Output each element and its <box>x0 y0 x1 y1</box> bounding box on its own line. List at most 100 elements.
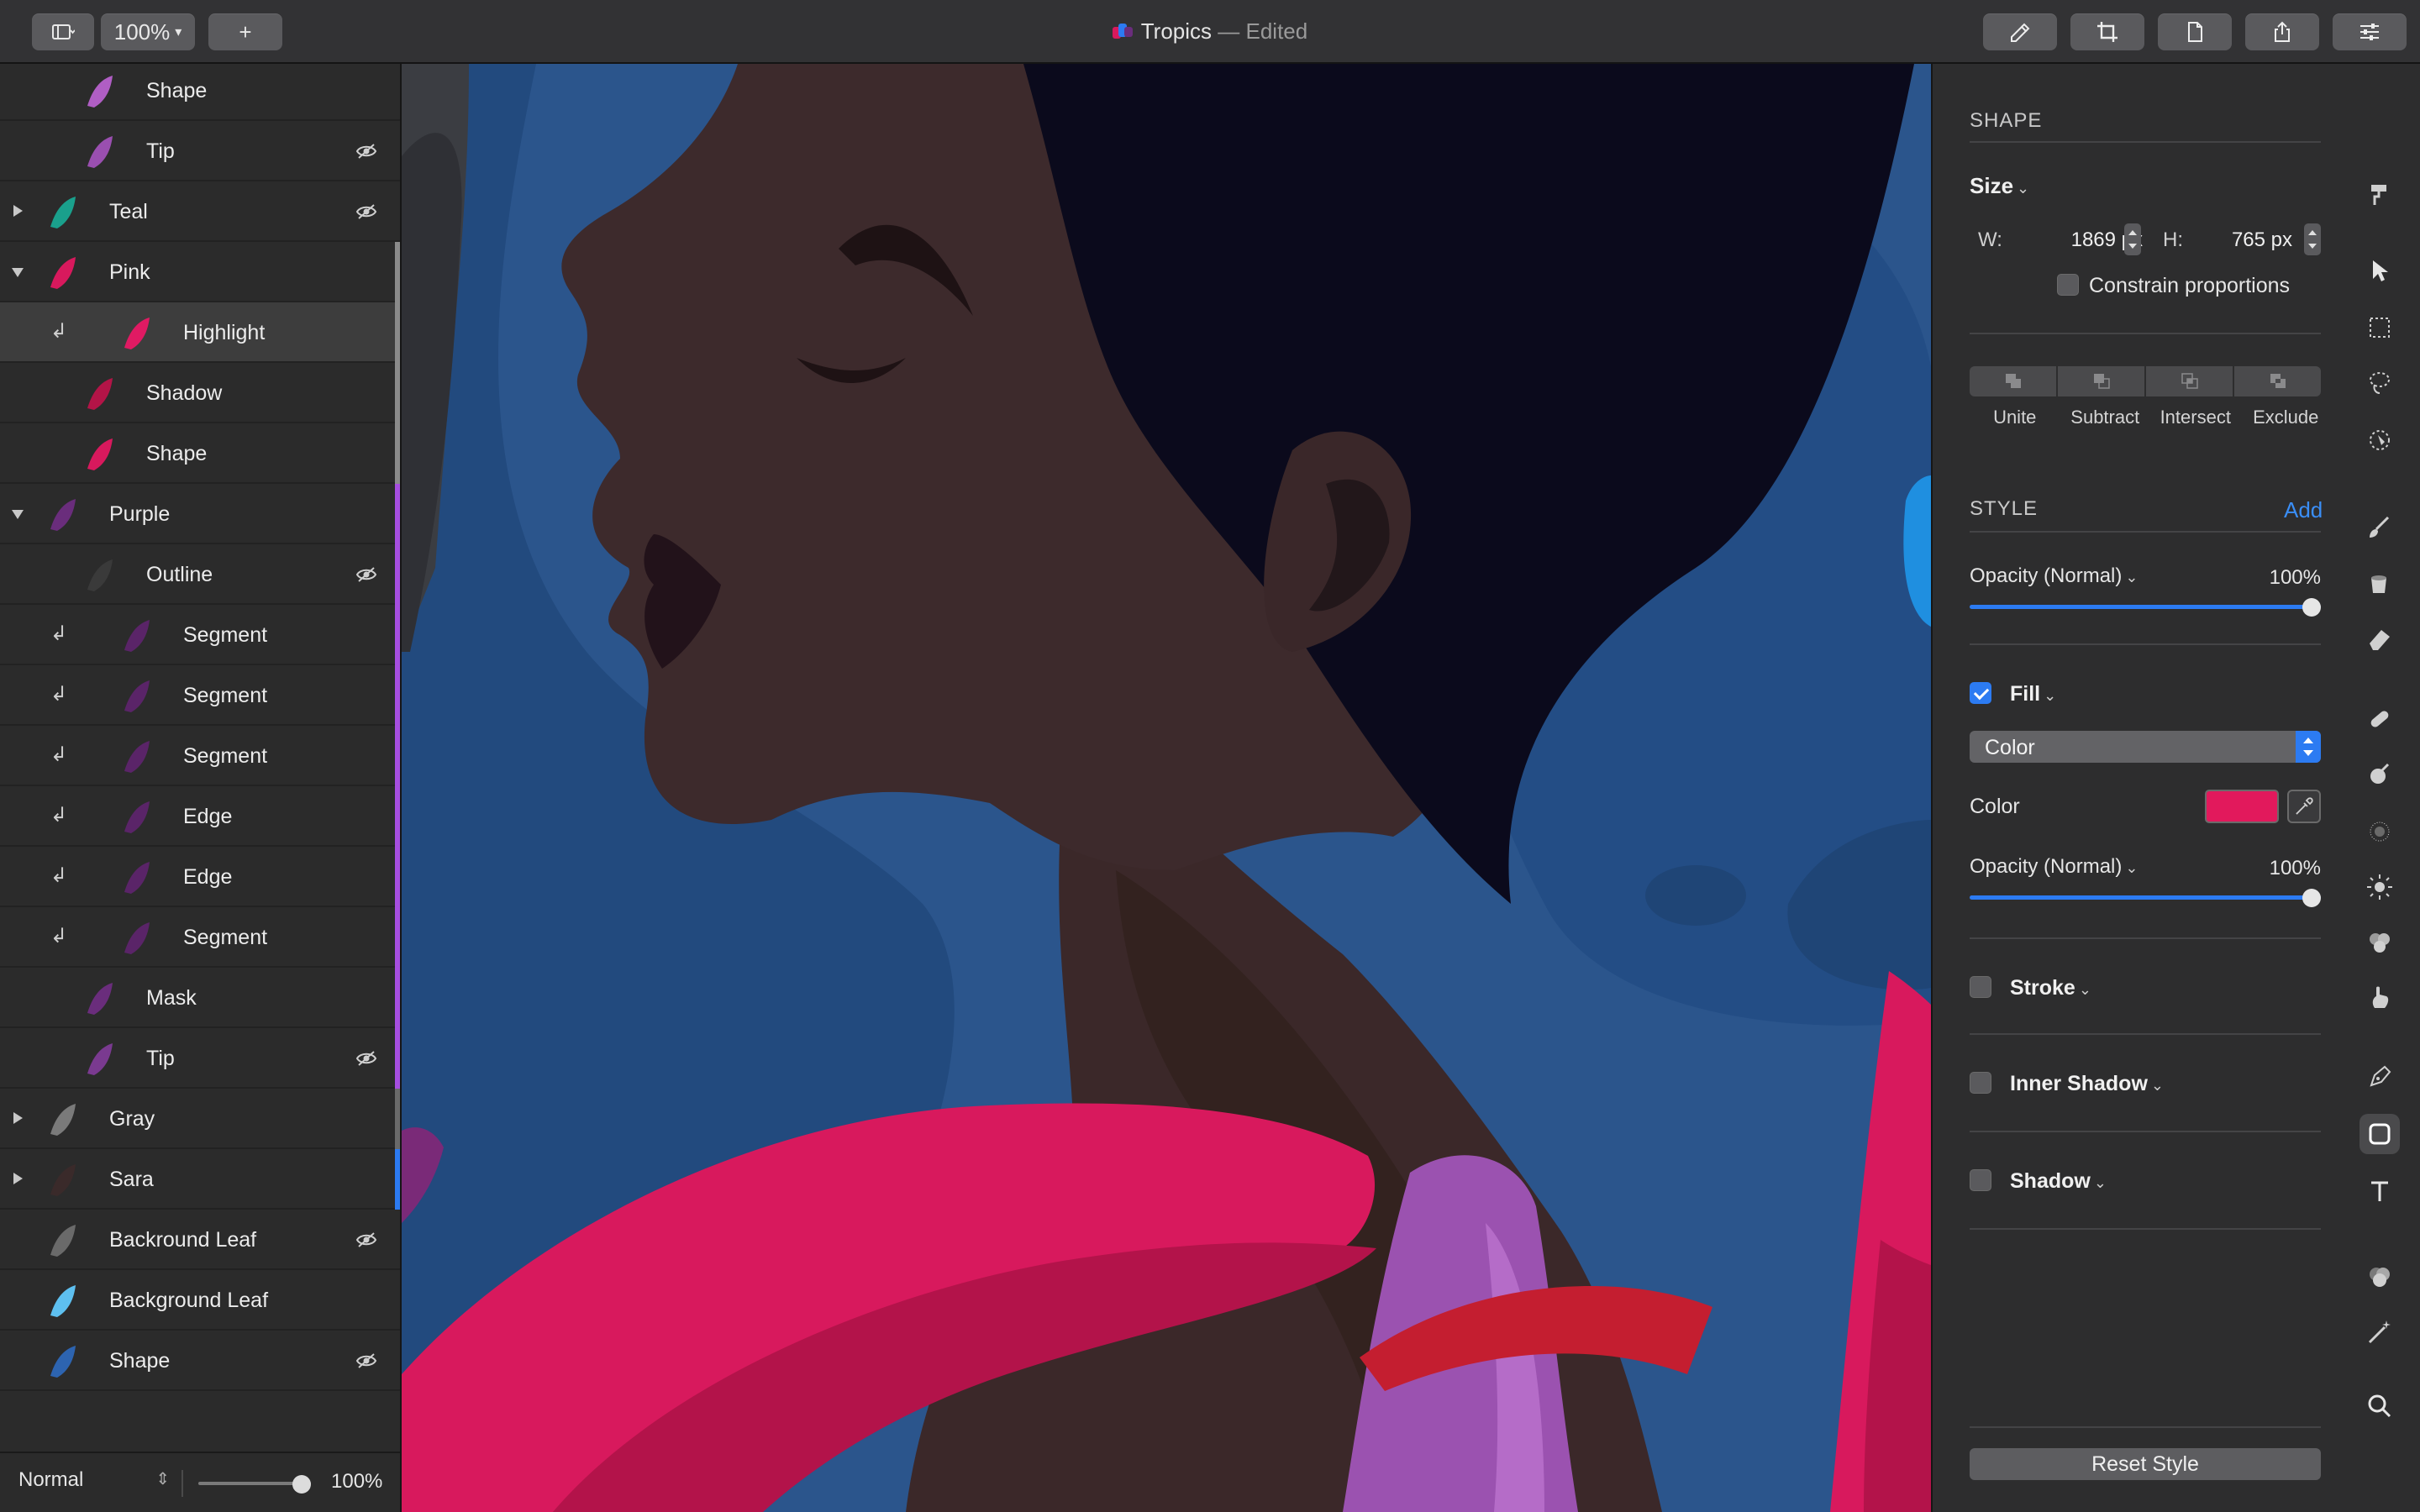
reset-style-button[interactable]: Reset Style <box>1970 1448 2321 1480</box>
blur-tool-button[interactable] <box>2360 811 2400 852</box>
stroke-checkbox[interactable] <box>1970 976 1991 998</box>
inner-shadow-checkbox[interactable] <box>1970 1072 1991 1094</box>
document-button[interactable] <box>2158 13 2232 50</box>
hidden-eye-icon[interactable] <box>355 1351 378 1371</box>
smudge-tool-button[interactable] <box>2360 754 2400 795</box>
constrain-proportions-checkbox[interactable] <box>2057 274 2079 296</box>
sidebar-toggle-button[interactable] <box>32 13 94 50</box>
fill-checkbox[interactable] <box>1970 682 1991 704</box>
layer-row[interactable]: Mask <box>0 968 400 1028</box>
fill-color-well[interactable] <box>2205 790 2279 823</box>
lasso-tool-button[interactable] <box>2360 363 2400 403</box>
fill-type-select[interactable]: Color <box>1970 731 2321 763</box>
layer-opacity-knob[interactable] <box>292 1475 311 1494</box>
marquee-select-tool-button[interactable] <box>2360 307 2400 348</box>
fill-opacity-slider-knob[interactable] <box>2302 889 2321 907</box>
hidden-eye-icon[interactable] <box>355 202 378 222</box>
adjustments-button[interactable] <box>2333 13 2407 50</box>
layer-row[interactable]: Outline <box>0 544 400 605</box>
width-stepper[interactable] <box>2124 223 2141 255</box>
layer-row[interactable]: ↲ Edge <box>0 786 400 847</box>
disclosure-collapsed-icon[interactable] <box>13 205 23 217</box>
layer-row[interactable]: ↲ Segment <box>0 726 400 786</box>
disclosure-collapsed-icon[interactable] <box>13 1112 23 1124</box>
disclosure-expanded-icon[interactable] <box>12 268 24 277</box>
layer-row[interactable]: Tip <box>0 121 400 181</box>
exclude-button[interactable] <box>2234 366 2321 396</box>
color-adjust-tool-button[interactable] <box>2360 1257 2400 1297</box>
layer-thumbnail <box>39 1161 87 1198</box>
height-stepper[interactable] <box>2304 223 2321 255</box>
pen-eraser-button[interactable] <box>1983 13 2057 50</box>
layer-row[interactable]: Sara <box>0 1149 400 1210</box>
layer-row[interactable]: Teal <box>0 181 400 242</box>
canvas[interactable] <box>402 64 1931 1512</box>
layer-row[interactable]: Background Leaf <box>0 1270 400 1331</box>
shape-tool-button[interactable] <box>2360 1114 2400 1154</box>
layer-row[interactable]: Gray <box>0 1089 400 1149</box>
layer-name: Segment <box>183 623 268 647</box>
blend-mode-select[interactable]: Normal ⇕ <box>18 1468 170 1499</box>
clone-tool-button[interactable] <box>2360 922 2400 963</box>
document-name: Tropics <box>1140 18 1213 44</box>
fill-opacity-blend-menu[interactable]: Opacity (Normal) ⌄ <box>1970 855 2138 879</box>
quick-select-tool-button[interactable] <box>2360 420 2400 460</box>
fill-menu[interactable]: Fill ⌄ <box>2010 682 2056 706</box>
bandage-tool-button[interactable] <box>2360 699 2400 739</box>
height-field[interactable]: 765 px <box>2198 228 2292 252</box>
share-button[interactable] <box>2245 13 2319 50</box>
layer-row[interactable]: Purple <box>0 484 400 544</box>
zoom-tool-button[interactable] <box>2360 1386 2400 1426</box>
layer-name: Backround Leaf <box>109 1228 257 1252</box>
layer-row[interactable]: ↲ Segment <box>0 665 400 726</box>
zoom-select[interactable]: 100% ▾ <box>101 13 195 50</box>
eraser-tool-button[interactable] <box>2360 618 2400 659</box>
stroke-menu[interactable]: Stroke ⌄ <box>2010 976 2091 1000</box>
layer-row[interactable]: Shape <box>0 64 400 121</box>
paintbrush-tool-button[interactable] <box>2360 507 2400 548</box>
text-tool-button[interactable] <box>2360 1171 2400 1211</box>
add-style-link[interactable]: Add <box>2284 497 2323 523</box>
unite-icon <box>2005 374 2021 388</box>
shadow-checkbox[interactable] <box>1970 1169 1991 1191</box>
layer-row[interactable]: ↲ Segment <box>0 605 400 665</box>
add-button[interactable]: + <box>208 13 282 50</box>
layer-row[interactable]: Shape <box>0 423 400 484</box>
hidden-eye-icon[interactable] <box>355 564 378 585</box>
paint-bucket-tool-button[interactable] <box>2360 563 2400 603</box>
layer-row[interactable]: Shape <box>0 1331 400 1391</box>
pen-tool-button[interactable] <box>2360 1057 2400 1097</box>
opacity-blend-menu[interactable]: Opacity (Normal) ⌄ <box>1970 564 2138 588</box>
artwork[interactable] <box>402 64 1931 1512</box>
pointer-icon <box>2373 260 2388 281</box>
subtract-button[interactable] <box>2058 366 2144 396</box>
sun-tool-button[interactable] <box>2360 867 2400 907</box>
paint-roller-icon <box>2371 185 2386 205</box>
eyedropper-button[interactable] <box>2287 790 2321 823</box>
opacity-slider[interactable] <box>1970 605 2321 609</box>
intersect-button[interactable] <box>2146 366 2233 396</box>
opacity-slider-knob[interactable] <box>2302 598 2321 617</box>
layer-row[interactable]: ↲ Segment <box>0 907 400 968</box>
shadow-menu[interactable]: Shadow ⌄ <box>2010 1169 2107 1194</box>
hidden-eye-icon[interactable] <box>355 141 378 161</box>
unite-button[interactable] <box>1970 366 2056 396</box>
hidden-eye-icon[interactable] <box>355 1230 378 1250</box>
inner-shadow-menu[interactable]: Inner Shadow ⌄ <box>2010 1072 2164 1096</box>
crop-button[interactable] <box>2070 13 2144 50</box>
size-menu[interactable]: Size ⌄ <box>1970 173 2029 199</box>
disclosure-collapsed-icon[interactable] <box>13 1173 23 1184</box>
fill-opacity-slider[interactable] <box>1970 895 2321 900</box>
layer-row[interactable]: ↲ Edge <box>0 847 400 907</box>
paint-roller-tool-button[interactable] <box>2360 173 2400 213</box>
wand-tool-button[interactable] <box>2360 1312 2400 1352</box>
layer-row[interactable]: Pink <box>0 242 400 302</box>
layer-row[interactable]: Shadow <box>0 363 400 423</box>
layer-row[interactable]: Backround Leaf <box>0 1210 400 1270</box>
layer-row[interactable]: Tip <box>0 1028 400 1089</box>
layer-row[interactable]: ↲ Highlight <box>0 302 400 363</box>
hidden-eye-icon[interactable] <box>355 1048 378 1068</box>
disclosure-expanded-icon[interactable] <box>12 510 24 519</box>
finger-tool-button[interactable] <box>2360 978 2400 1018</box>
pointer-tool-button[interactable] <box>2360 250 2400 291</box>
